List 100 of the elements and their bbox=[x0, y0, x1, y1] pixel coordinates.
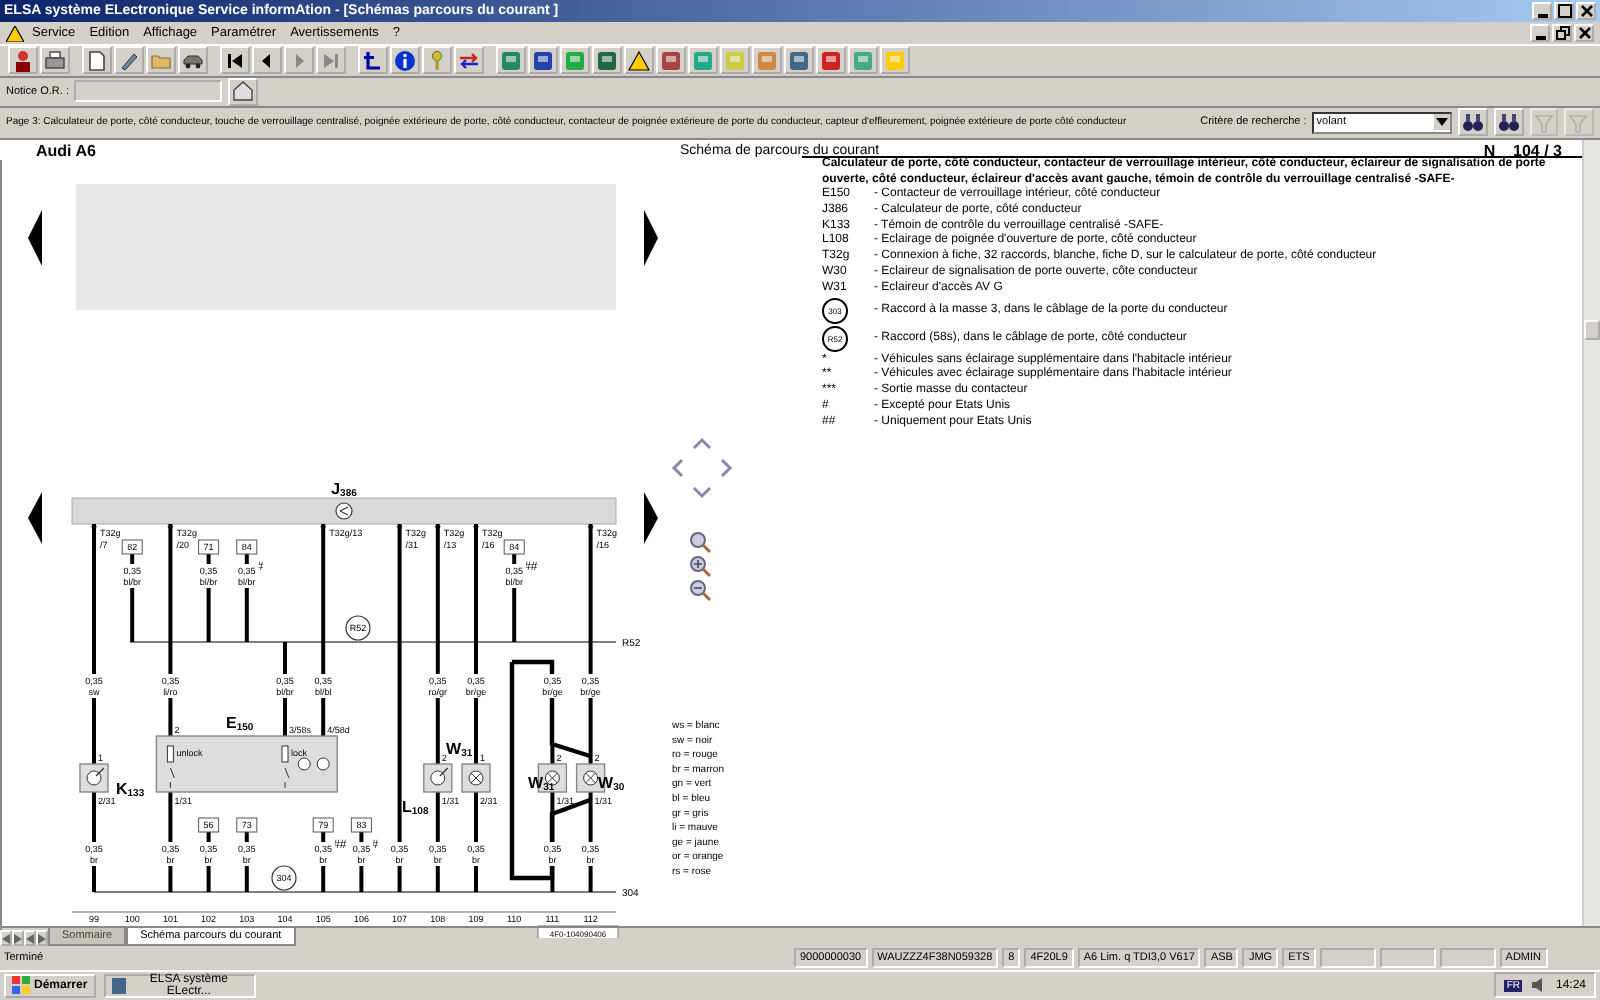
info-icon bbox=[394, 49, 416, 72]
pan-left-icon[interactable] bbox=[671, 458, 684, 478]
notice-field[interactable] bbox=[74, 80, 223, 103]
toolbar-button[interactable] bbox=[592, 46, 622, 75]
tool-icon bbox=[532, 49, 554, 72]
notice-button[interactable] bbox=[228, 77, 259, 106]
tool-icon bbox=[724, 49, 746, 72]
last-page-icon bbox=[320, 49, 342, 72]
house-icon bbox=[232, 80, 255, 103]
terminal-box bbox=[503, 539, 525, 555]
component-label: W$_{30}$ bbox=[598, 774, 625, 794]
toolbar-button[interactable] bbox=[624, 46, 654, 75]
close-button[interactable] bbox=[1576, 2, 1596, 21]
close-button[interactable] bbox=[1574, 24, 1594, 43]
component-label: K$_{133}$ bbox=[116, 780, 145, 800]
close-icon bbox=[1579, 4, 1593, 19]
wire bbox=[474, 792, 478, 892]
connector-arrow-icon bbox=[320, 526, 327, 532]
component-label: J$_{386}$ bbox=[331, 480, 357, 500]
page-number: N 104 / 3 bbox=[1483, 141, 1562, 159]
tool-icon bbox=[660, 49, 682, 72]
terminal-box bbox=[121, 539, 143, 555]
component-label: L$_{108}$ bbox=[402, 798, 429, 818]
component-label: E$_{150}$ bbox=[226, 714, 254, 734]
printer-icon bbox=[44, 49, 66, 72]
zoom-icon[interactable] bbox=[690, 532, 712, 554]
pan-down-icon[interactable] bbox=[692, 486, 712, 499]
binoculars-icon bbox=[1497, 111, 1520, 134]
caret-icon bbox=[1434, 114, 1451, 131]
toolbar-button[interactable] bbox=[82, 46, 112, 75]
funnel-icon bbox=[1568, 111, 1591, 134]
connector-arrow-icon bbox=[587, 526, 594, 532]
first-page-icon bbox=[224, 49, 246, 72]
cursor-icon bbox=[362, 49, 384, 72]
search-button[interactable] bbox=[1458, 108, 1489, 137]
terminal-box bbox=[198, 817, 220, 833]
restore-icon bbox=[1555, 26, 1569, 41]
folder-icon bbox=[150, 49, 172, 72]
led-symbol bbox=[79, 763, 109, 793]
tool-icon bbox=[564, 49, 586, 72]
toolbar-button[interactable] bbox=[358, 46, 388, 75]
toolbar-button[interactable] bbox=[220, 46, 250, 75]
binoculars-icon bbox=[1462, 111, 1485, 134]
previous-page-arrow[interactable] bbox=[28, 492, 42, 544]
key-icon bbox=[426, 49, 448, 72]
tool-icon bbox=[692, 49, 714, 72]
speaker-icon[interactable] bbox=[1529, 976, 1548, 995]
toolbar-button[interactable] bbox=[252, 46, 282, 75]
tool-icon bbox=[596, 49, 618, 72]
connector-arrow-icon bbox=[396, 526, 403, 532]
tool-icon bbox=[756, 49, 778, 72]
maximize-icon bbox=[1557, 4, 1571, 19]
tool-icon bbox=[500, 49, 522, 72]
toolbar-button[interactable] bbox=[528, 46, 558, 75]
next-page-arrow[interactable] bbox=[644, 210, 658, 266]
wire bbox=[92, 792, 96, 892]
terminal-box bbox=[312, 817, 334, 833]
minimize-button[interactable] bbox=[1532, 2, 1552, 21]
tool-icon bbox=[852, 49, 874, 72]
restore-button[interactable] bbox=[1552, 24, 1572, 43]
toolbar-button[interactable] bbox=[114, 46, 144, 75]
component-label: W$_{31}$ bbox=[528, 774, 555, 794]
tool-icon bbox=[820, 49, 842, 72]
pan-up-icon[interactable] bbox=[692, 437, 712, 450]
led-symbol bbox=[423, 763, 453, 793]
zoom-out-icon[interactable] bbox=[690, 580, 712, 602]
terminal-box bbox=[350, 817, 372, 833]
tool-icon bbox=[788, 49, 810, 72]
pan-right-icon[interactable] bbox=[720, 458, 733, 478]
scroll-bar[interactable] bbox=[1582, 140, 1600, 926]
maximize-button[interactable] bbox=[1554, 2, 1574, 21]
tool-icon bbox=[884, 49, 906, 72]
funnel-icon bbox=[1533, 111, 1556, 134]
previous-page-arrow[interactable] bbox=[28, 210, 42, 266]
toolbar-button[interactable] bbox=[390, 46, 420, 75]
toolbar-button[interactable] bbox=[784, 46, 814, 75]
connector-arrow-icon bbox=[434, 526, 441, 532]
toolbar-button[interactable] bbox=[454, 46, 484, 75]
minimize-button[interactable] bbox=[1530, 24, 1550, 43]
toolbar-button[interactable] bbox=[8, 46, 38, 75]
wire bbox=[550, 744, 555, 764]
person-icon bbox=[12, 49, 34, 72]
swap-icon bbox=[458, 49, 480, 72]
car-icon bbox=[182, 49, 204, 72]
terminal-box bbox=[198, 539, 220, 555]
zoom-in-icon[interactable] bbox=[690, 556, 712, 578]
terminal-box bbox=[236, 539, 258, 555]
terminal-box bbox=[236, 817, 258, 833]
page-icon bbox=[86, 49, 108, 72]
toolbar-button[interactable] bbox=[40, 46, 70, 75]
pencil-icon bbox=[118, 49, 140, 72]
close-icon bbox=[1577, 26, 1591, 41]
connector-arrow-icon bbox=[167, 526, 174, 532]
component-label: W$_{31}$ bbox=[446, 740, 473, 760]
app-icon bbox=[111, 977, 127, 994]
toolbar-button[interactable] bbox=[178, 46, 208, 75]
next-page-arrow[interactable] bbox=[644, 492, 658, 544]
vehicle-title: Audi A6 bbox=[36, 141, 98, 159]
windows-logo-icon bbox=[12, 976, 30, 995]
search-next-button[interactable] bbox=[1494, 108, 1524, 137]
